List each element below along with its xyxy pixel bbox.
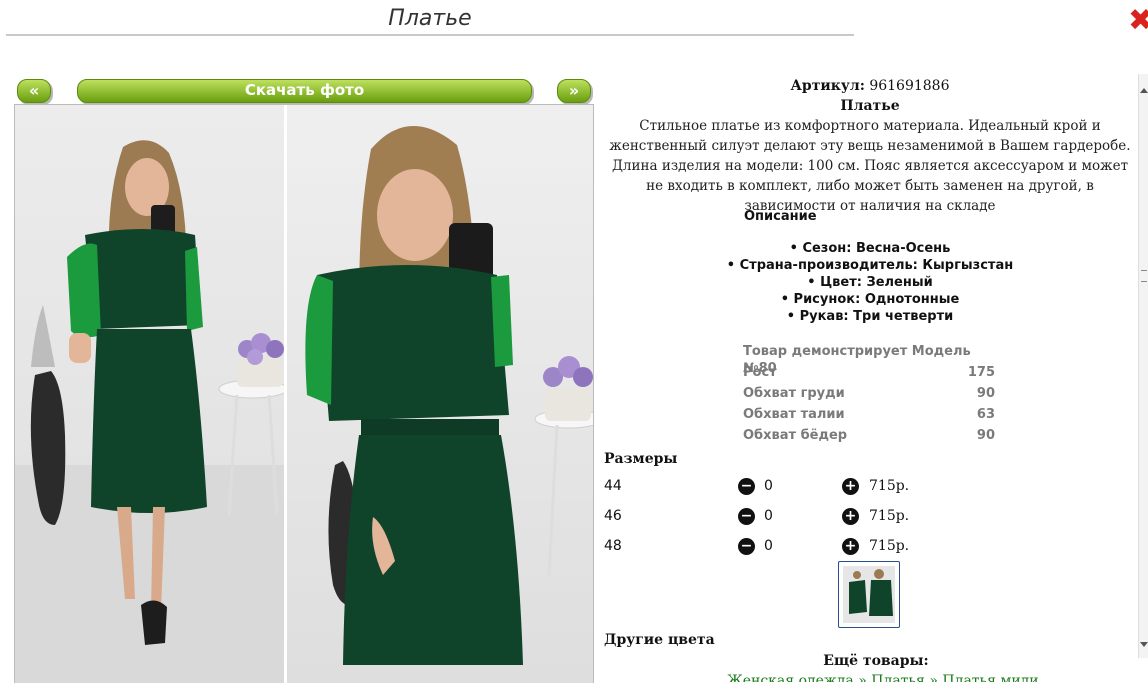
scroll-down-icon[interactable] <box>1140 642 1148 647</box>
thumbnail-image <box>843 566 895 623</box>
property-item: Рукав: Три четверти <box>600 308 1140 325</box>
article-label: Артикул: <box>790 78 865 94</box>
product-photo-2[interactable] <box>287 105 593 683</box>
more-products-heading: Ещё товары: <box>823 653 929 669</box>
prev-photo-button[interactable]: « <box>17 79 51 103</box>
property-item: Сезон: Весна-Осень <box>600 240 1140 257</box>
product-description: Стильное платье из комфортного материала… <box>609 118 1131 214</box>
price: 715р. <box>869 538 910 554</box>
property-item: Цвет: Зеленый <box>600 274 1140 291</box>
price: 715р. <box>869 508 910 524</box>
size-label: 46 <box>604 508 622 524</box>
model-row-value: 90 <box>976 386 995 401</box>
sizes-heading: Размеры <box>604 451 678 467</box>
size-label: 44 <box>604 478 622 494</box>
plus-icon[interactable]: + <box>842 508 859 525</box>
product-photo-1[interactable] <box>15 105 284 683</box>
breadcrumb-link[interactable]: Платья <box>871 673 925 682</box>
quantity-value: 0 <box>764 508 773 524</box>
model-row: Обхват талии 63 <box>743 406 995 427</box>
next-photo-button[interactable]: » <box>557 79 591 103</box>
article-line: Артикул: 961691886 <box>600 78 1140 94</box>
minus-icon[interactable]: − <box>738 478 755 495</box>
model-row: Обхват бёдер 90 <box>743 427 995 448</box>
property-list: Сезон: Весна-Осень Страна-производитель:… <box>600 240 1140 325</box>
model-row: Обхват груди 90 <box>743 385 995 406</box>
plus-icon[interactable]: + <box>842 538 859 555</box>
price: 715р. <box>869 478 910 494</box>
model-row-value: 63 <box>976 407 995 422</box>
model-row-label: Обхват талии <box>743 407 845 422</box>
color-thumbnail[interactable] <box>838 561 900 628</box>
minus-icon[interactable]: − <box>738 508 755 525</box>
scroll-grip-icon[interactable] <box>1141 270 1147 282</box>
quantity-value: 0 <box>764 478 773 494</box>
scroll-up-icon[interactable] <box>1140 88 1148 93</box>
close-icon[interactable]: ✖ <box>1128 6 1148 36</box>
model-title-text: Товар демонстрирует Модель №80 <box>743 344 971 376</box>
model-row-value: 175 <box>967 365 995 380</box>
description-heading: Описание <box>744 209 817 224</box>
minus-icon[interactable]: − <box>738 538 755 555</box>
article-value: 961691886 <box>869 78 950 94</box>
product-name: Платье <box>840 98 900 114</box>
other-colors-heading: Другие цвета <box>604 632 715 648</box>
breadcrumb: Женская одежда » Платья » Платья миди <box>727 673 1039 682</box>
product-info-panel: Артикул: 961691886 Платье Стильное плать… <box>600 74 1140 682</box>
page-title: Платье <box>6 4 854 36</box>
download-photo-button[interactable]: Скачать фото <box>77 79 532 103</box>
model-row: Рост 175 <box>743 364 995 385</box>
quantity-value: 0 <box>764 538 773 554</box>
size-row: 48 − 0 + 715р. <box>604 535 924 557</box>
breadcrumb-link[interactable]: Платья миди <box>942 673 1038 682</box>
model-row-label: Обхват груди <box>743 386 845 401</box>
size-row: 44 − 0 + 715р. <box>604 475 924 497</box>
plus-icon[interactable]: + <box>842 478 859 495</box>
vertical-scrollbar[interactable] <box>1138 74 1148 658</box>
photo-gallery <box>14 104 594 683</box>
model-row-label: Обхват бёдер <box>743 428 848 443</box>
model-title: Товар демонстрирует Модель №80 <box>743 343 995 376</box>
property-item: Рисунок: Однотонные <box>600 291 1140 308</box>
model-row-value: 90 <box>976 428 995 443</box>
size-label: 48 <box>604 538 622 554</box>
model-measurements: Товар демонстрирует Модель №80 Рост 175 О… <box>743 343 995 448</box>
breadcrumb-link[interactable]: Женская одежда <box>727 673 854 682</box>
size-row: 46 − 0 + 715р. <box>604 505 924 527</box>
property-item: Страна-производитель: Кыргызстан <box>600 257 1140 274</box>
model-row-label: Рост <box>743 365 777 380</box>
